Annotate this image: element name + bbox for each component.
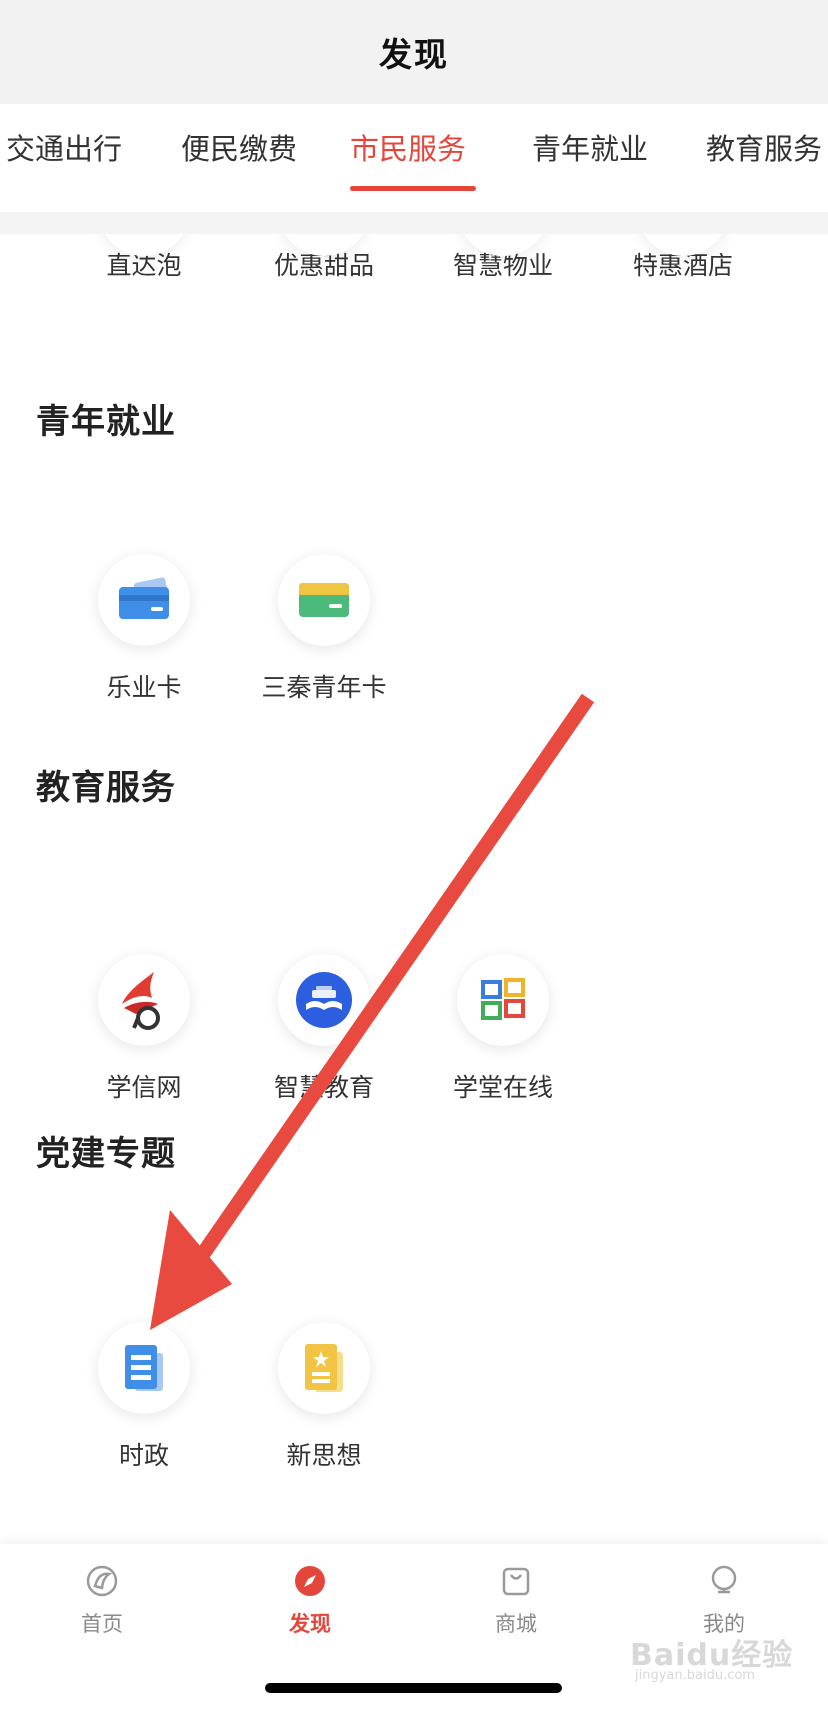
service-label: 乐业卡 xyxy=(106,673,182,702)
tab-citizen-service[interactable]: 市民服务 xyxy=(350,126,466,168)
nav-mall[interactable]: 商城 xyxy=(456,1564,576,1638)
nav-profile[interactable]: 我的 xyxy=(664,1564,784,1638)
home-icon xyxy=(86,1565,118,1597)
home-indicator xyxy=(265,1683,562,1693)
service-label: 时政 xyxy=(118,1441,169,1470)
tab-education[interactable]: 教育服务 xyxy=(706,126,822,168)
watermark-url: jingyan.baidu.com xyxy=(635,1668,755,1683)
blue-card-icon xyxy=(98,554,190,646)
green-card-icon xyxy=(278,554,370,646)
nav-home[interactable]: 首页 xyxy=(42,1564,162,1638)
tab-payment[interactable]: 便民缴费 xyxy=(181,126,297,168)
service-item-new-thought[interactable]: 新思想 xyxy=(234,1322,414,1472)
page-title: 发现 xyxy=(379,35,449,74)
active-tab-indicator xyxy=(350,186,476,191)
section-title-youth: 青年就业 xyxy=(36,402,176,442)
divider xyxy=(0,212,828,234)
shopping-bag-icon xyxy=(502,1567,530,1596)
section-title-party: 党建专题 xyxy=(36,1134,176,1174)
service-label: 智慧教育 xyxy=(273,1073,374,1102)
nav-label: 首页 xyxy=(81,1612,123,1636)
service-item-dessert[interactable]: 优惠甜品 xyxy=(234,234,414,282)
xuexin-logo-icon xyxy=(98,954,190,1046)
nav-label: 商城 xyxy=(495,1612,537,1636)
service-item-xuexin[interactable]: 学信网 xyxy=(54,954,234,1104)
service-item-smart-property[interactable]: 智慧物业 xyxy=(413,234,593,282)
service-label: 学堂在线 xyxy=(452,1073,553,1102)
service-label: 新思想 xyxy=(286,1441,362,1470)
tab-traffic[interactable]: 交通出行 xyxy=(6,126,122,168)
nav-discover[interactable]: 发现 xyxy=(250,1564,370,1638)
grid-logo-icon xyxy=(457,954,549,1046)
open-book-icon xyxy=(278,954,370,1046)
service-item-current-affairs[interactable]: 时政 xyxy=(54,1322,234,1472)
service-label: 学信网 xyxy=(106,1073,182,1102)
service-item-hotel[interactable]: 特惠酒店 xyxy=(593,234,773,282)
page-header: 发现 xyxy=(0,0,828,104)
service-item-zhidapao[interactable]: 直达泡 xyxy=(54,234,234,282)
nav-label: 发现 xyxy=(289,1612,331,1636)
service-item-leye-card[interactable]: 乐业卡 xyxy=(54,554,234,704)
service-label: 三秦青年卡 xyxy=(261,673,387,702)
service-item-smart-education[interactable]: 智慧教育 xyxy=(234,954,414,1104)
compass-icon xyxy=(295,1566,325,1596)
tab-youth-employment[interactable]: 青年就业 xyxy=(532,126,648,168)
service-list[interactable]: 直达泡 优惠甜品 智慧物业 特惠酒店 青年就业 乐业卡 三秦青年卡 教育服务 学… xyxy=(0,234,828,1544)
section-title-education: 教育服务 xyxy=(36,768,176,808)
document-icon xyxy=(98,1322,190,1414)
profile-icon xyxy=(711,1565,737,1594)
star-document-icon xyxy=(278,1322,370,1414)
service-item-sanqin-card[interactable]: 三秦青年卡 xyxy=(234,554,414,704)
service-item-xuetang[interactable]: 学堂在线 xyxy=(413,954,593,1104)
category-tabs: 交通出行 便民缴费 市民服务 青年就业 教育服务 xyxy=(0,104,828,212)
